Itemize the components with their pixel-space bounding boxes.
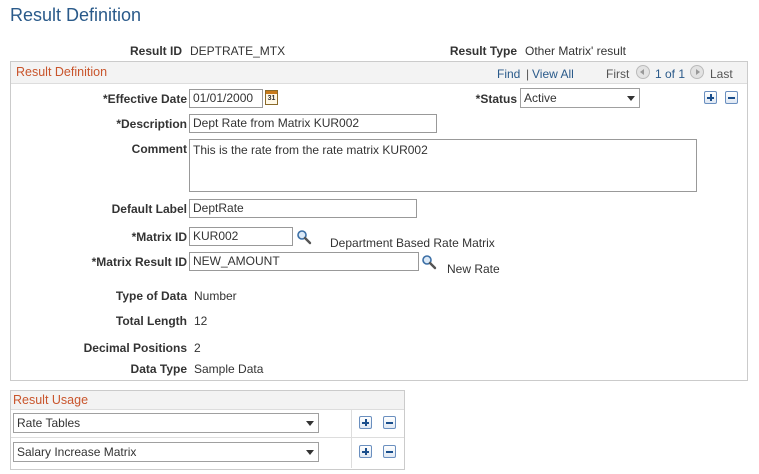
result-usage-title: Result Usage <box>13 393 89 407</box>
page-title: Result Definition <box>10 5 142 25</box>
total-length-value: 12 <box>194 314 208 328</box>
calendar-icon[interactable]: 31 <box>265 90 278 105</box>
add-row-icon[interactable] <box>359 416 372 429</box>
matrix-id-field[interactable]: KUR002 <box>189 227 293 246</box>
status-select[interactable]: Active <box>520 88 640 108</box>
dropdown-caret-icon <box>306 450 314 455</box>
default-label-field[interactable]: DeptRate <box>189 199 417 218</box>
result-definition-panel <box>10 61 748 381</box>
matrix-id-label: *Matrix ID <box>131 230 187 244</box>
matrix-result-id-field[interactable]: NEW_AMOUNT <box>189 252 419 271</box>
delete-row-icon[interactable] <box>725 91 738 104</box>
type-of-data-value: Number <box>194 289 237 303</box>
decimal-positions-label: Decimal Positions <box>83 341 187 355</box>
effective-date-label: *Effective Date <box>102 92 187 106</box>
search-icon[interactable] <box>421 254 437 270</box>
result-definition-title: Result Definition <box>16 65 108 79</box>
comment-textarea[interactable]: This is the rate from the rate matrix KU… <box>189 139 697 192</box>
usage-row-divider <box>11 437 404 438</box>
decimal-positions-value: 2 <box>194 341 201 355</box>
chevron-right-icon[interactable] <box>690 65 704 79</box>
status-select-value: Active <box>524 91 557 105</box>
total-length-label: Total Length <box>115 314 187 328</box>
chevron-left-icon[interactable] <box>636 65 650 79</box>
matrix-result-id-label: *Matrix Result ID <box>91 255 187 269</box>
usage-row-1-select[interactable]: Rate Tables <box>13 413 319 433</box>
result-type-value: Other Matrix' result <box>525 44 626 58</box>
status-label: *Status <box>475 92 517 106</box>
first-label[interactable]: First <box>606 67 629 81</box>
dropdown-caret-icon <box>306 421 314 426</box>
view-all-link[interactable]: View All <box>532 67 574 81</box>
usage-row-2-value: Salary Increase Matrix <box>17 445 137 459</box>
usage-column-divider <box>351 410 352 468</box>
usage-row-1-value: Rate Tables <box>17 416 81 430</box>
nav-separator: | <box>526 67 530 81</box>
matrix-result-id-description: New Rate <box>447 262 500 276</box>
result-id-value: DEPTRATE_MTX <box>190 44 286 58</box>
search-icon[interactable] <box>296 229 312 245</box>
delete-row-icon[interactable] <box>383 445 396 458</box>
add-row-icon[interactable] <box>704 91 717 104</box>
last-label[interactable]: Last <box>710 67 733 81</box>
dropdown-caret-icon <box>627 96 635 101</box>
find-link[interactable]: Find <box>497 67 520 81</box>
default-label-label: Default Label <box>111 202 187 216</box>
usage-row-2-select[interactable]: Salary Increase Matrix <box>13 442 319 462</box>
data-type-label: Data Type <box>130 362 187 376</box>
delete-row-icon[interactable] <box>383 416 396 429</box>
matrix-id-description: Department Based Rate Matrix <box>330 236 495 250</box>
result-type-label: Result Type <box>449 44 517 58</box>
description-field[interactable]: Dept Rate from Matrix KUR002 <box>189 114 437 133</box>
result-id-label: Result ID <box>129 44 182 58</box>
row-count: 1 of 1 <box>655 67 686 81</box>
calendar-icon-label: 31 <box>267 95 276 102</box>
data-type-value: Sample Data <box>194 362 264 376</box>
effective-date-field[interactable]: 01/01/2000 <box>189 89 263 108</box>
description-label: *Description <box>116 117 187 131</box>
add-row-icon[interactable] <box>359 445 372 458</box>
type-of-data-label: Type of Data <box>115 289 187 303</box>
comment-label: Comment <box>131 142 187 156</box>
